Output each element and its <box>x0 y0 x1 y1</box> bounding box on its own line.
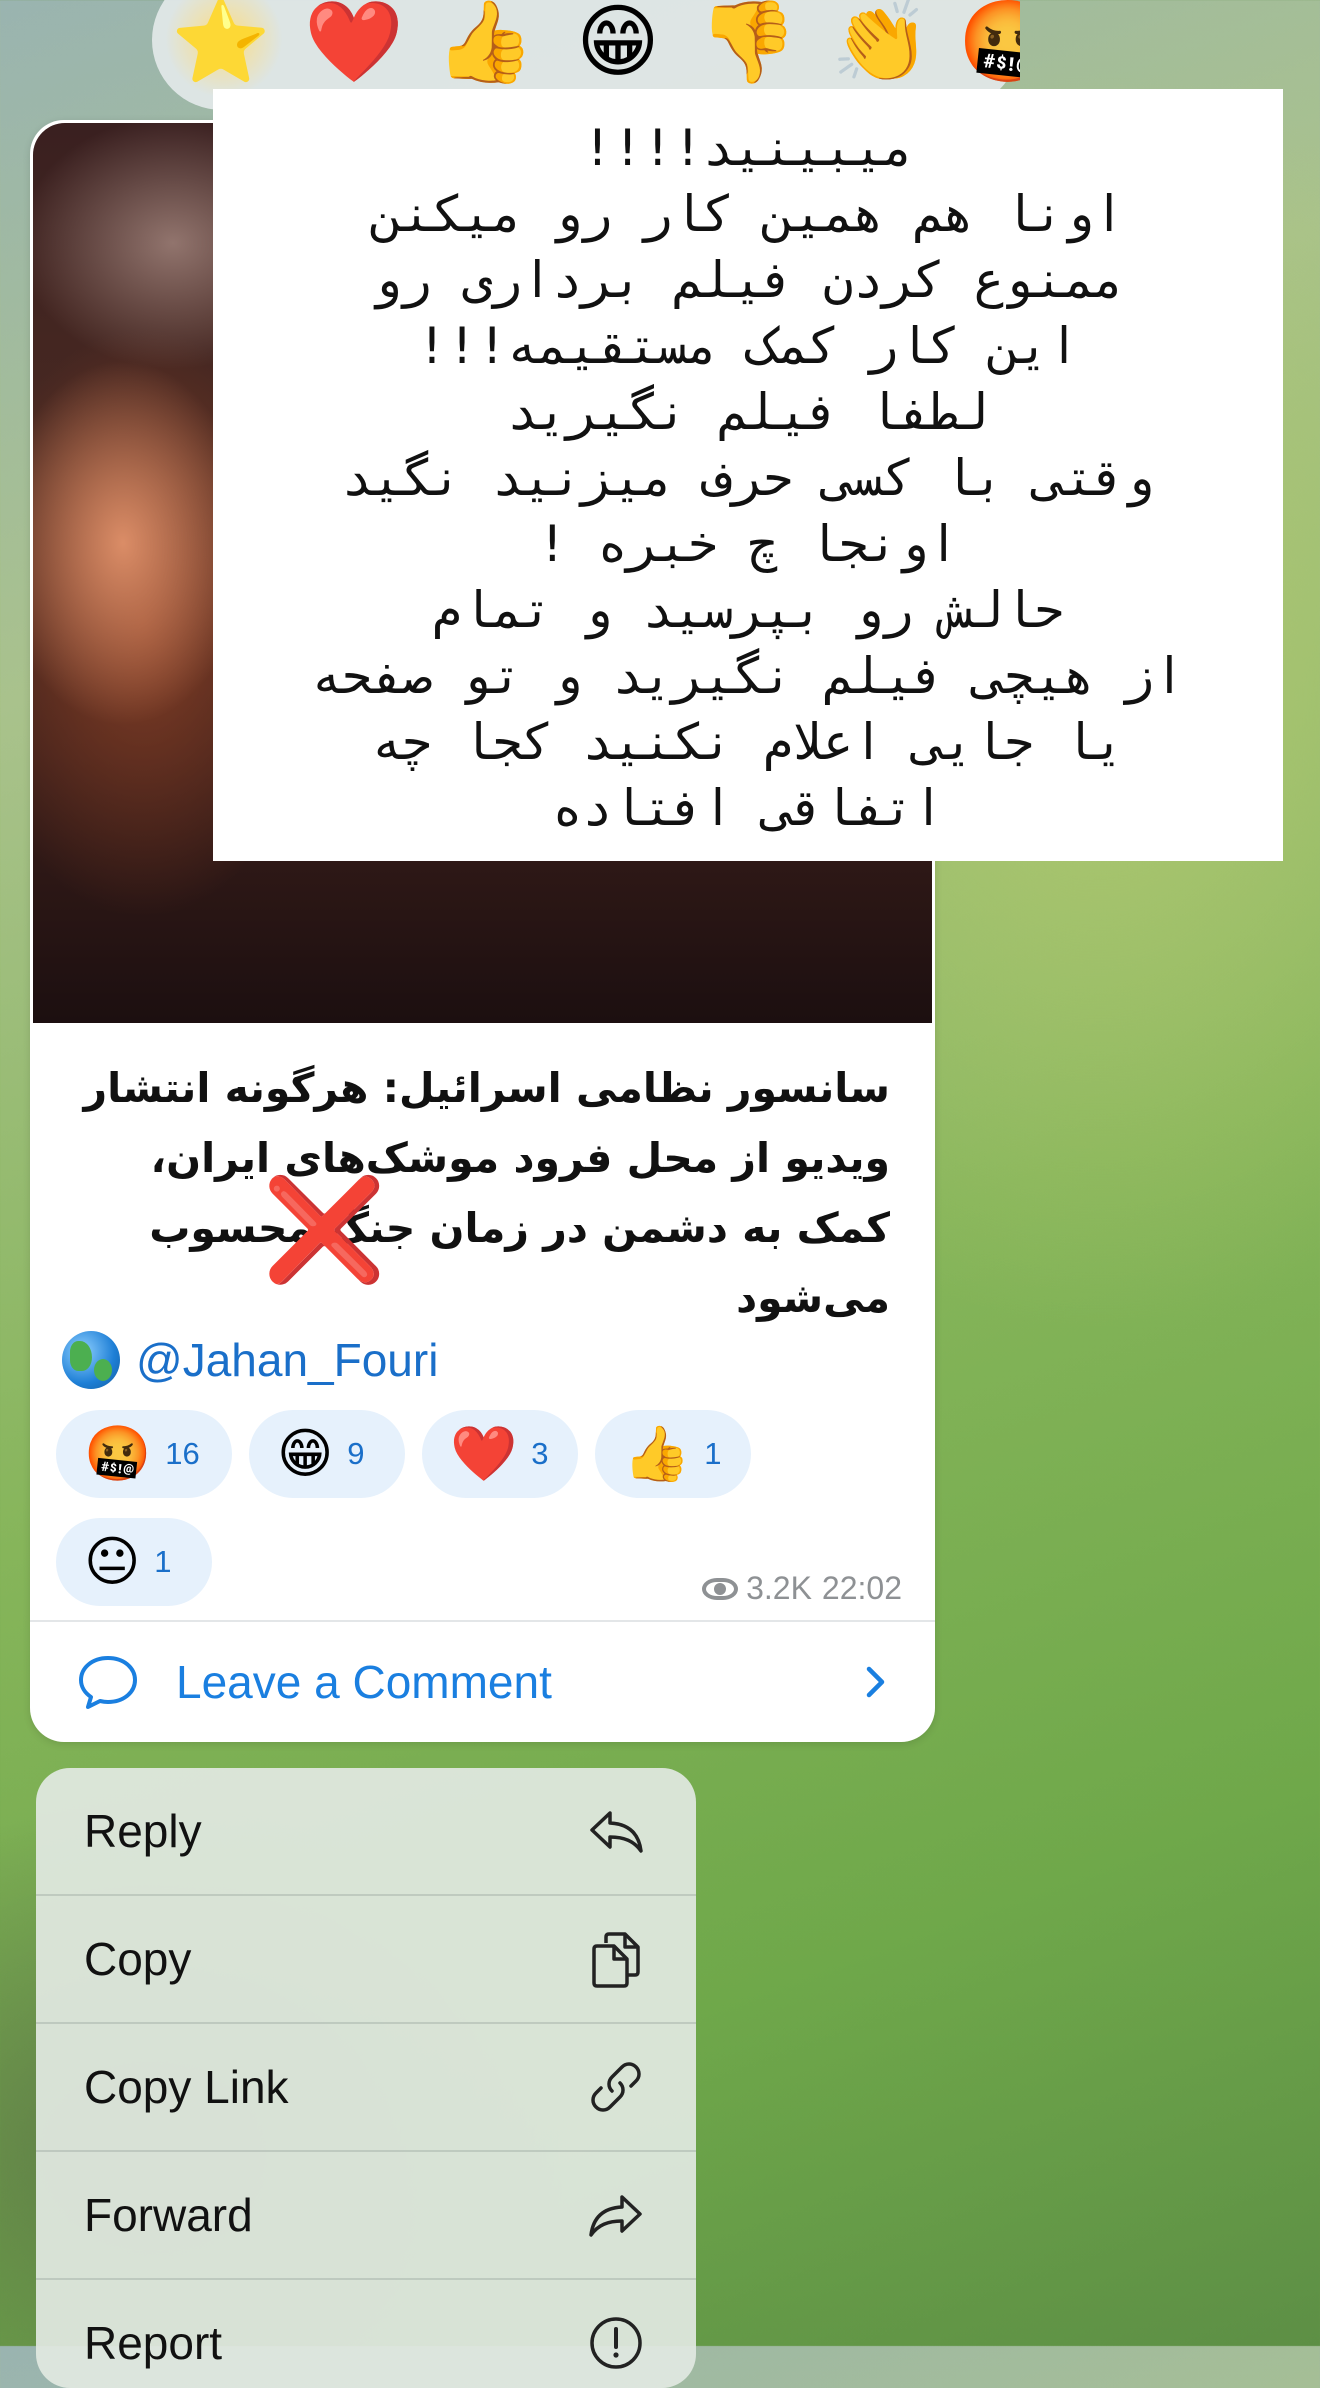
context-menu: Reply Copy Copy Link Forward Report <box>36 1768 696 2388</box>
forward-icon <box>589 2195 642 2237</box>
menu-item-label: Report <box>84 2317 223 2369</box>
message-time: 22:02 <box>821 1570 902 1606</box>
overlay-text-line: یا جایی اعلام نکنید کجا چه <box>371 713 1125 771</box>
overlay-text-line: اونجا چ خبره ! <box>537 515 959 573</box>
channel-signature: @Jahan_Fouri <box>62 1328 438 1392</box>
overlay-text-line: حالش رو بپرسید و تمام <box>431 581 1065 639</box>
thumbs-up-emoji-button[interactable]: 👍 <box>430 0 540 90</box>
overlay-text-line: لطفا فیلم نگیرید <box>507 383 989 441</box>
channel-link[interactable]: @Jahan_Fouri <box>136 1333 438 1387</box>
image-text-overlay: میبینید!!!! اونا هم همین کار رو میکنن مم… <box>213 89 1283 861</box>
neutral-face-icon: 😐 <box>84 1530 141 1593</box>
leave-comment-label: Leave a Comment <box>176 1656 552 1708</box>
overlay-text-line: اتفاقی افتاده <box>552 779 944 837</box>
report-icon <box>590 2317 642 2369</box>
comment-bubble-icon <box>79 1656 137 1709</box>
grinning-face-icon: 😁 <box>277 1422 334 1485</box>
menu-item-copy[interactable]: Copy <box>36 1896 696 2022</box>
reaction-count: 16 <box>165 1436 200 1471</box>
reply-icon <box>590 1811 643 1853</box>
overlay-text-line: وقتی با کسی حرف میزنید نگید <box>341 449 1155 507</box>
menu-item-label: Forward <box>84 2189 253 2241</box>
overlay-text-line: ممنوع کردن فیلم برداری رو <box>371 251 1125 309</box>
reaction-count: 9 <box>347 1436 365 1471</box>
heart-emoji-button[interactable]: ❤️ <box>299 0 409 90</box>
cursing-face-icon: 🤬 <box>84 1422 152 1485</box>
reaction-count: 3 <box>531 1436 549 1471</box>
menu-item-reply[interactable]: Reply <box>36 1768 696 1894</box>
menu-item-report[interactable]: Report <box>36 2280 696 2388</box>
views-eye-icon <box>702 1577 739 1600</box>
chevron-right-icon <box>866 1666 885 1698</box>
star-emoji-button[interactable]: ⭐ <box>166 0 276 90</box>
overlay-text-line: از هیچی فیلم نگیرید و تو صفحه <box>311 647 1185 705</box>
reaction-pill[interactable]: ❤️ 3 <box>422 1410 578 1498</box>
reaction-pill[interactable]: 🤬 16 <box>56 1410 232 1498</box>
overlay-text-line: این کار کمک مستقیمه!!! <box>416 317 1080 375</box>
view-count: 3.2K <box>746 1570 812 1606</box>
cursing-face-emoji-button[interactable]: 🤬 <box>958 0 1020 90</box>
overlay-text-line: میبینید!!!! <box>582 119 914 177</box>
link-icon <box>591 2062 641 2112</box>
reaction-pill[interactable]: 👍 1 <box>595 1410 751 1498</box>
reaction-pill[interactable]: 😐 1 <box>56 1518 212 1606</box>
clapping-emoji-button[interactable]: 👏 <box>826 0 936 90</box>
menu-item-forward[interactable]: Forward <box>36 2152 696 2278</box>
message-meta: 3.2K 22:02 <box>702 1570 902 1607</box>
overlay-text-line: اونا هم همین کار رو میکنن <box>371 185 1125 243</box>
globe-icon <box>62 1331 120 1389</box>
message-caption: سانسور نظامی اسرائیل: هرگونه انتشار ویدی… <box>83 1064 890 1322</box>
copy-icon <box>592 1932 640 1988</box>
leave-comment-button[interactable]: Leave a Comment <box>30 1622 935 1742</box>
thumbs-up-icon: 👍 <box>623 1422 691 1485</box>
menu-item-label: Copy <box>84 1933 192 1985</box>
cross-mark-emoji: ❌ <box>262 1171 387 1288</box>
reaction-count: 1 <box>704 1436 722 1471</box>
heart-icon: ❤️ <box>450 1422 518 1485</box>
thumbs-down-emoji-button[interactable]: 👎 <box>693 0 803 90</box>
menu-item-label: Reply <box>84 1805 202 1857</box>
reaction-count: 1 <box>154 1544 172 1579</box>
reaction-pill[interactable]: 😁 9 <box>249 1410 405 1498</box>
menu-item-copy-link[interactable]: Copy Link <box>36 2024 696 2150</box>
menu-item-label: Copy Link <box>84 2061 289 2113</box>
grinning-emoji-button[interactable]: 😁 <box>563 0 673 90</box>
